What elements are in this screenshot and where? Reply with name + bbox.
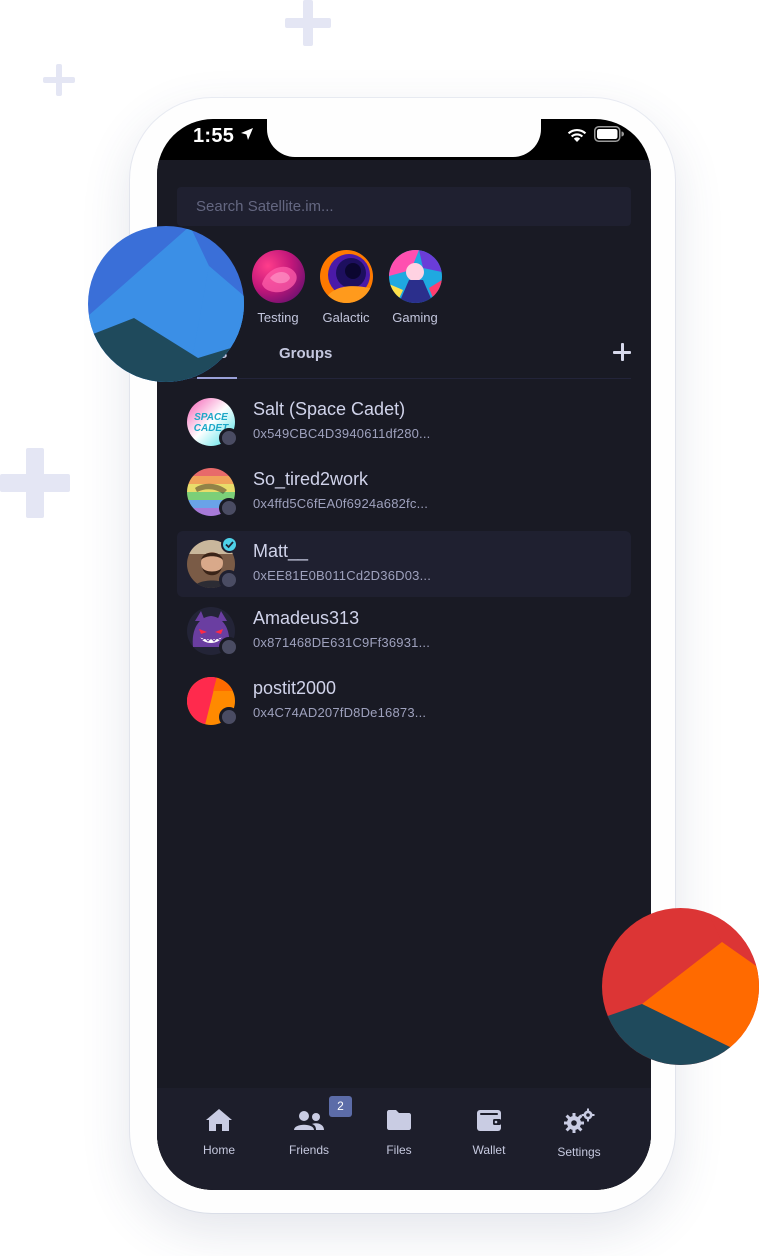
active-tab-indicator: [197, 377, 237, 379]
search-input[interactable]: [177, 187, 631, 226]
users-icon: [294, 1111, 324, 1130]
decorative-blue-circle: [88, 226, 244, 382]
status-time: 1:55: [193, 125, 235, 147]
server-label: Gaming: [392, 310, 438, 325]
nav-settings[interactable]: Settings: [539, 1108, 619, 1159]
nav-home[interactable]: Home: [179, 1108, 259, 1157]
server-avatar: [251, 250, 305, 303]
presence-indicator: [219, 498, 239, 518]
nav-label: Files: [386, 1143, 412, 1157]
home-icon: [206, 1109, 232, 1131]
decorative-plus: [0, 448, 70, 518]
friends-count-badge: 2: [329, 1096, 352, 1117]
friend-name: Matt__: [253, 541, 309, 561]
wallet-icon: [477, 1110, 501, 1131]
presence-indicator: [219, 637, 239, 657]
location-arrow-icon: [241, 128, 253, 140]
friend-row[interactable]: Amadeus313 0x871468DE631C9Ff36931...: [177, 598, 631, 664]
server-avatar: [388, 250, 442, 303]
nav-files[interactable]: Files: [359, 1108, 439, 1157]
friend-address: 0x549CBC4D3940611df280...: [253, 426, 431, 441]
server-testing[interactable]: Testing: [250, 250, 306, 325]
presence-indicator: [219, 428, 239, 448]
friend-address: 0x4ffd5C6fEA0f6924a682fc...: [253, 496, 429, 511]
verified-badge-icon: [221, 536, 238, 553]
friends-groups-tabs: s Groups: [177, 337, 631, 379]
wifi-icon: [567, 128, 587, 142]
nav-label: Wallet: [472, 1143, 506, 1157]
server-label: Testing: [257, 310, 299, 325]
nav-wallet[interactable]: Wallet: [449, 1108, 529, 1157]
svg-text:SPACE: SPACE: [194, 412, 228, 423]
presence-indicator: [219, 707, 239, 727]
bottom-navigation: Home Friends 2 Files Wallet Settings: [157, 1088, 651, 1190]
gears-icon: [564, 1108, 595, 1133]
folder-icon: [387, 1110, 411, 1130]
presence-indicator: [219, 570, 239, 590]
friend-address: 0x4C74AD207fD8De16873...: [253, 705, 427, 720]
add-icon[interactable]: [613, 343, 631, 361]
decorative-plus: [43, 64, 75, 96]
phone-notch: [267, 119, 541, 157]
tab-groups[interactable]: Groups: [279, 345, 332, 362]
friend-address: 0x871468DE631C9Ff36931...: [253, 635, 431, 650]
friend-name: So_tired2work: [253, 469, 369, 489]
decorative-plus: [285, 0, 331, 46]
friend-name: Salt (Space Cadet): [253, 399, 406, 419]
friend-name: Amadeus313: [253, 608, 360, 628]
friend-row[interactable]: SPACE CADET Salt (Space Cadet) 0x549CBC4…: [177, 389, 631, 455]
friend-row[interactable]: Matt__ 0xEE81E0B011Cd2D36D03...: [177, 531, 631, 597]
decorative-red-circle: [602, 908, 759, 1065]
nav-label: Friends: [288, 1143, 329, 1157]
nav-label: Settings: [557, 1145, 601, 1159]
server-gaming[interactable]: Gaming: [387, 250, 443, 325]
friend-row[interactable]: So_tired2work 0x4ffd5C6fEA0f6924a682fc..…: [177, 459, 631, 525]
battery-icon: [594, 126, 624, 142]
server-label: Galactic: [322, 310, 370, 325]
friend-address: 0xEE81E0B011Cd2D36D03...: [253, 568, 432, 583]
server-galactic[interactable]: Galactic: [318, 250, 374, 325]
friend-row[interactable]: postit2000 0x4C74AD207fD8De16873...: [177, 668, 631, 734]
friend-name: postit2000: [253, 678, 337, 698]
server-avatar: [319, 250, 373, 303]
nav-label: Home: [202, 1143, 235, 1157]
